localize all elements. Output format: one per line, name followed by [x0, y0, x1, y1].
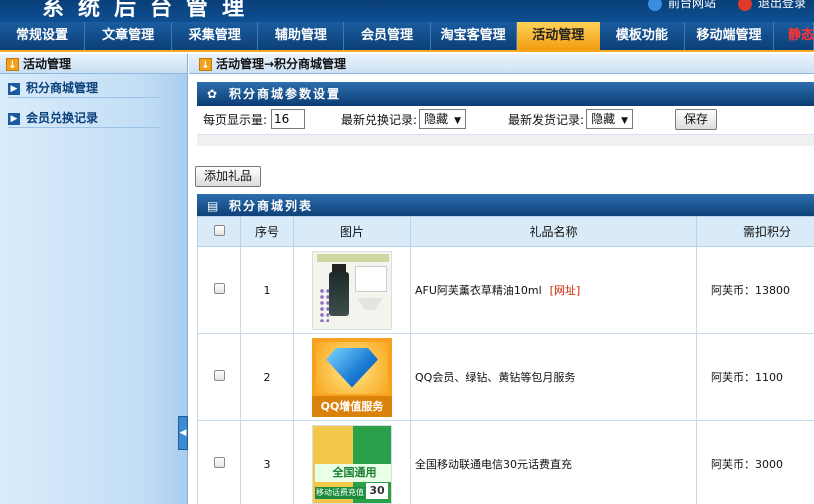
breadcrumb: ↓ 活动管理→积分商城管理	[189, 54, 814, 74]
sidebar-heading: ↓ 活动管理	[0, 54, 187, 74]
settings-row: 每页显示量: 最新兑换记录: 隐藏▼ 最新发货记录: 隐藏▼ 保存	[197, 106, 814, 132]
column-header: 礼品名称	[410, 216, 697, 247]
nav-auxiliary-management[interactable]: 辅助管理	[258, 22, 345, 50]
latest-exchange-select[interactable]: 隐藏 ▼	[419, 109, 467, 129]
arrow-down-icon: ↓	[199, 58, 212, 71]
gift-name: QQ会员、绿钻、黄钻等包月服务	[410, 333, 697, 421]
dropdown-arrow-icon: ▼	[621, 116, 629, 126]
gift-points: 阿芙币：3000	[696, 420, 814, 504]
globe-icon	[648, 0, 662, 11]
latest-shipping-label: 最新发货记录:	[508, 112, 585, 127]
row-checkbox[interactable]	[213, 457, 225, 468]
settings-gear-icon: ✿	[207, 87, 220, 101]
table-row: 2 QQ增值服务 QQ会员、绿钻、黄钻等包月服务 阿芙币：1100	[197, 333, 814, 421]
per-page-label: 每页显示量:	[203, 112, 268, 127]
arrow-right-icon: ▶	[8, 112, 20, 125]
row-index: 3	[240, 420, 294, 504]
nav-template-functions[interactable]: 模板功能	[600, 22, 685, 50]
logout-link[interactable]: 退出登录	[738, 0, 806, 11]
column-header: 需扣积分	[696, 216, 814, 247]
settings-footer-band	[197, 134, 814, 146]
select-all-checkbox[interactable]	[213, 224, 225, 236]
image-caption: QQ增值服务	[312, 395, 392, 417]
arrow-down-icon: ↓	[6, 58, 19, 71]
row-checkbox[interactable]	[213, 283, 225, 294]
per-page-input[interactable]	[271, 109, 306, 129]
nav-general-settings[interactable]: 常规设置	[0, 22, 86, 50]
sidebar: ↓ 活动管理 ▶ 积分商城管理 ▶ 会员兑换记录	[0, 54, 188, 504]
system-title: 系统后台管理	[42, 0, 259, 21]
list-icon: ▤	[207, 199, 221, 213]
image-amount: 30	[366, 482, 388, 499]
gift-points: 阿芙币：1100	[696, 333, 814, 421]
nav-mobile-management[interactable]: 移动端管理	[685, 22, 774, 50]
save-button[interactable]: 保存	[675, 108, 718, 130]
list-panel-header: ▤ 积分商城列表	[197, 194, 814, 218]
gift-image-phone-credit: 全国通用 移动话费充值 30	[312, 424, 392, 504]
select-all-cell	[197, 216, 241, 247]
gift-image-qq-service: QQ增值服务	[312, 337, 392, 417]
nav-activity-management[interactable]: 活动管理	[516, 22, 600, 50]
gift-url-link[interactable]: [网址]	[550, 284, 581, 297]
sidebar-item-exchange-records[interactable]: ▶ 会员兑换记录	[8, 108, 159, 128]
row-index: 1	[240, 246, 294, 334]
gift-name: 全国移动联通电信30元话费直充	[410, 420, 697, 504]
nav-collect-management[interactable]: 采集管理	[172, 22, 259, 50]
settings-panel-header: ✿ 积分商城参数设置	[197, 82, 814, 106]
front-site-link[interactable]: 前台网站	[648, 0, 716, 11]
nav-static[interactable]: 静态	[774, 22, 814, 50]
sidebar-item-points-mall[interactable]: ▶ 积分商城管理	[8, 78, 159, 98]
latest-shipping-select[interactable]: 隐藏 ▼	[586, 109, 634, 129]
table-row: 1 AFU阿芙薰衣草精油10ml [网址] 阿芙币：13800	[197, 246, 814, 334]
image-strip-text: 移动话费充值	[315, 486, 365, 499]
latest-exchange-label: 最新兑换记录:	[341, 112, 418, 127]
gift-name: AFU阿芙薰衣草精油10ml	[415, 284, 542, 297]
column-header: 序号	[240, 216, 294, 247]
main-nav: 常规设置 文章管理 采集管理 辅助管理 会员管理 淘宝客管理 活动管理 模板功能…	[0, 22, 814, 52]
nav-article-management[interactable]: 文章管理	[85, 22, 173, 50]
gift-image-essential-oil	[312, 250, 392, 330]
add-gift-button[interactable]: 添加礼品	[195, 166, 262, 187]
sidebar-collapse-handle[interactable]: ◀	[178, 416, 188, 450]
nav-member-management[interactable]: 会员管理	[344, 22, 431, 50]
power-icon	[738, 0, 752, 11]
gift-table: 序号 图片 礼品名称 需扣积分 1 AFU阿芙薰衣草精油10ml [网址] 阿芙币…	[197, 216, 814, 504]
gift-points: 阿芙币：13800	[696, 246, 814, 334]
column-header: 图片	[293, 216, 411, 247]
top-header: 系统后台管理 前台网站 退出登录	[0, 0, 814, 22]
dropdown-arrow-icon: ▼	[454, 116, 462, 126]
arrow-right-icon: ▶	[8, 82, 20, 95]
row-index: 2	[240, 333, 294, 421]
table-row: 3 全国通用 移动话费充值 30 全国移动联通电信30元话费直充 阿芙币：300…	[197, 420, 814, 504]
image-caption: 全国通用	[315, 463, 391, 482]
row-checkbox[interactable]	[213, 370, 225, 381]
nav-taobaoke-management[interactable]: 淘宝客管理	[431, 22, 517, 50]
main-content: ↓活动管理→积分商城管理 ✿积分商城参数设置 每页显示量: 最新兑换记录: 隐藏…	[189, 54, 814, 504]
table-header-row: 序号 图片 礼品名称 需扣积分	[197, 216, 814, 247]
